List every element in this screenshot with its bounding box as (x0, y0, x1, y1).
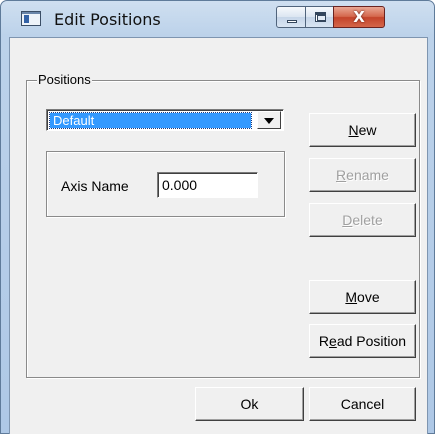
app-window-icon (21, 11, 41, 26)
delete-button-mnemonic: D (342, 212, 353, 228)
title-bar[interactable]: Edit Positions X (1, 1, 434, 35)
rename-button[interactable]: Rename (309, 158, 416, 192)
cancel-button[interactable]: Cancel (309, 387, 416, 421)
axis-name-label: Axis Name (61, 178, 129, 194)
read-position-button-prefix: R (318, 333, 330, 349)
minimize-icon (287, 20, 297, 23)
read-position-button-mnemonic: e (329, 333, 337, 349)
close-icon: X (353, 8, 365, 26)
minimize-button[interactable] (276, 6, 306, 28)
move-button-mnemonic: M (345, 289, 358, 305)
read-position-button-label: ad Position (336, 333, 407, 349)
maximize-icon (315, 12, 326, 22)
new-button-label: ew (358, 122, 377, 138)
new-button-mnemonic: N (348, 122, 359, 138)
new-button[interactable]: New (309, 113, 416, 147)
window-title: Edit Positions (54, 10, 161, 29)
move-button-label: ove (357, 289, 380, 305)
close-button[interactable]: X (333, 6, 385, 28)
position-select-value: Default (49, 112, 252, 129)
read-position-button[interactable]: Read Position (309, 324, 416, 358)
positions-group-label: Positions (37, 72, 92, 87)
position-select[interactable]: Default (46, 109, 284, 131)
axis-value-input[interactable] (157, 172, 258, 198)
ok-button[interactable]: Ok (195, 387, 304, 421)
dropdown-arrow-icon[interactable] (257, 111, 281, 129)
delete-button-label: elete (352, 212, 383, 228)
maximize-button[interactable] (305, 6, 334, 28)
move-button[interactable]: Move (309, 280, 416, 314)
delete-button[interactable]: Delete (309, 203, 416, 237)
rename-button-label: ename (346, 167, 389, 183)
rename-button-mnemonic: R (336, 167, 347, 183)
